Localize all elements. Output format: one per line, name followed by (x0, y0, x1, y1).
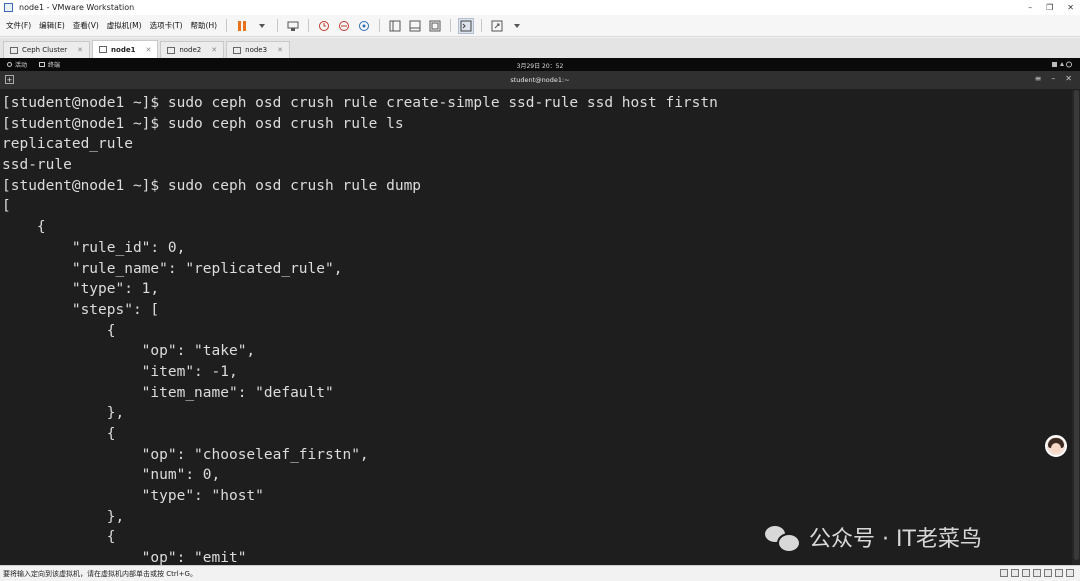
terminal-line: "steps": [ (2, 301, 160, 318)
tab-node2[interactable]: node2 ✕ (160, 41, 225, 58)
menu-file[interactable]: 文件(F) (0, 15, 35, 37)
vm-icon (167, 46, 176, 54)
tab-ceph-cluster[interactable]: Ceph Cluster ✕ (3, 41, 91, 58)
hdd-icon[interactable] (1000, 569, 1008, 577)
terminal-line: ssd-rule (2, 157, 72, 174)
maximize-icon[interactable]: ❐ (1046, 3, 1053, 12)
network-volume-power-icon (1052, 61, 1072, 68)
wechat-watermark: 公众号 · IT老菜鸟 (765, 519, 982, 555)
terminal-line: [student@node1 ~]$ sudo ceph osd crush r… (2, 95, 718, 111)
toolbar-divider (277, 19, 279, 32)
terminal-line: "op": "chooseleaf_firstn", (2, 446, 369, 463)
tab-node3[interactable]: node3 ✕ (226, 41, 290, 58)
tab-node1[interactable]: node1 ✕ (92, 40, 159, 58)
guest-top-bar: 活动 终端 3月29日 20：52 (0, 58, 1080, 71)
terminal-scrollbar[interactable] (1072, 90, 1080, 565)
terminal-line: "item": -1, (2, 363, 238, 380)
menu-vm[interactable]: 虚拟机(M) (103, 15, 146, 37)
terminal-window-controls: ≡ – ✕ (1035, 74, 1072, 83)
terminal-line: "type": "host" (2, 488, 264, 505)
thumbnail-view-icon[interactable] (407, 18, 423, 34)
toolbar-divider (379, 19, 381, 32)
sound-icon[interactable] (1044, 569, 1052, 577)
snapshot-manager-icon[interactable] (356, 18, 372, 34)
tab-close-icon[interactable]: ✕ (277, 46, 283, 54)
terminal-line: replicated_rule (2, 136, 133, 153)
network-icon[interactable] (1022, 569, 1030, 577)
tab-close-icon[interactable]: ✕ (211, 46, 217, 54)
chevron-down-icon[interactable] (509, 18, 525, 34)
watermark-text: 公众号 · IT老菜鸟 (809, 527, 982, 552)
menu-tabs[interactable]: 选项卡(T) (146, 15, 187, 37)
terminal-output[interactable]: [student@node1 ~]$ sudo ceph osd crush r… (0, 90, 1080, 565)
vm-icon (99, 46, 108, 53)
toolbar-divider (481, 19, 483, 32)
tab-close-icon[interactable]: ✕ (77, 46, 83, 54)
minimize-icon[interactable]: – (1028, 3, 1032, 12)
snapshot-icon[interactable] (316, 18, 332, 34)
terminal-line: { (2, 426, 116, 442)
menu-edit[interactable]: 编辑(E) (35, 15, 69, 37)
tab-close-icon[interactable]: ✕ (145, 46, 151, 54)
terminal-line: [student@node1 ~]$ sudo ceph osd crush r… (2, 115, 404, 132)
terminal-line: [ (2, 198, 11, 215)
window-controls: – ❐ ✕ (1028, 0, 1074, 15)
device-status-icons (1000, 569, 1074, 577)
revert-snapshot-icon[interactable] (336, 18, 352, 34)
terminal-line: "num": 0, (2, 467, 221, 484)
vmware-app-icon (4, 3, 13, 12)
wechat-icon (765, 524, 801, 553)
vm-icon (233, 46, 242, 54)
terminal-title: student@node1:~ (510, 76, 570, 84)
terminal-line: { (2, 322, 116, 339)
terminal-headerbar: + student@node1:~ ≡ – ✕ (0, 71, 1080, 90)
system-menu[interactable] (1052, 61, 1074, 70)
send-keys-icon[interactable] (285, 18, 301, 34)
library-view-icon[interactable] (387, 18, 403, 34)
guest-clock[interactable]: 3月29日 20：52 (0, 61, 1080, 70)
console-view-icon[interactable] (458, 17, 475, 34)
menu-help[interactable]: 帮助(H) (187, 15, 222, 37)
menu-toolbar: 文件(F) 编辑(E) 查看(V) 虚拟机(M) 选项卡(T) 帮助(H) (0, 15, 1080, 37)
terminal-line: "rule_id": 0, (2, 239, 186, 256)
status-text: 要将输入定向到该虚拟机，请在虚拟机内部单击或按 Ctrl+G。 (3, 569, 197, 578)
terminal-line: [student@node1 ~]$ sudo ceph osd crush r… (2, 177, 422, 194)
terminal-line: { (2, 219, 46, 236)
vm-tab-bar: Ceph Cluster ✕ node1 ✕ node2 ✕ node3 ✕ (0, 38, 1080, 58)
terminal-line: }, (2, 405, 125, 422)
terminal-line: "item_name": "default" (2, 384, 334, 401)
terminal-line: "op": "take", (2, 343, 256, 360)
close-icon[interactable]: ✕ (1065, 74, 1072, 83)
status-bar: 要将输入定向到该虚拟机，请在虚拟机内部单击或按 Ctrl+G。 (0, 565, 1080, 581)
fullscreen-icon[interactable] (489, 18, 505, 34)
cdrom-icon[interactable] (1011, 569, 1019, 577)
menu-icon[interactable]: ≡ (1035, 74, 1042, 83)
minimize-icon[interactable]: – (1051, 74, 1055, 83)
message-icon[interactable] (1066, 569, 1074, 577)
scrollbar-thumb[interactable] (1074, 90, 1079, 560)
window-title: node1 - VMware Workstation (19, 3, 135, 12)
terminal-line: "rule_name": "replicated_rule", (2, 260, 343, 277)
toolbar-divider (450, 19, 452, 32)
chevron-down-icon[interactable] (254, 18, 270, 34)
window-titlebar: node1 - VMware Workstation – ❐ ✕ (0, 0, 1080, 15)
usb-icon[interactable] (1033, 569, 1041, 577)
pause-icon[interactable] (234, 18, 250, 34)
menu-view[interactable]: 查看(V) (69, 15, 103, 37)
terminal-line: "type": 1, (2, 281, 160, 298)
folder-icon (10, 46, 18, 54)
toolbar-divider (226, 19, 228, 32)
display-icon[interactable] (1055, 569, 1063, 577)
tab-view-icon[interactable] (427, 18, 443, 34)
avatar (1045, 435, 1067, 457)
close-icon[interactable]: ✕ (1067, 3, 1074, 12)
toolbar-divider (308, 19, 310, 32)
